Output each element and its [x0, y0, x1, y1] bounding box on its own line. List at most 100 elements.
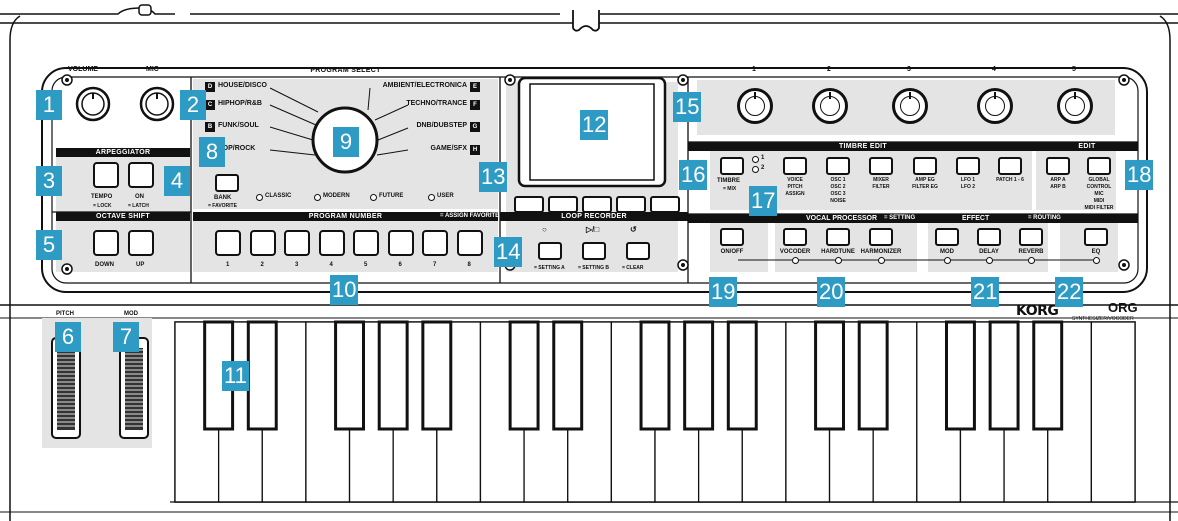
genre-tag-b: B: [205, 122, 215, 132]
callout-6: 6: [55, 322, 81, 352]
mod-wheel[interactable]: [119, 337, 149, 439]
hardtune-button[interactable]: [826, 228, 850, 246]
black-key[interactable]: [639, 320, 671, 431]
knob-number: 1: [752, 66, 756, 73]
mod-button[interactable]: [935, 228, 959, 246]
program-number-button[interactable]: [422, 230, 448, 256]
loop-button[interactable]: [626, 242, 650, 260]
octave-down-button[interactable]: [93, 230, 119, 256]
vocal-led: [792, 257, 799, 264]
black-key[interactable]: [334, 320, 366, 431]
program-number-button[interactable]: [387, 230, 414, 256]
screen-soft-key[interactable]: [514, 196, 544, 213]
mod-wheel-label: MOD: [124, 311, 138, 317]
program-number-label: 7: [433, 262, 437, 268]
timbre-edit-button[interactable]: [998, 157, 1022, 175]
volume-knob[interactable]: [75, 86, 111, 122]
knob-indicator: [1074, 92, 1076, 99]
parameter-knob[interactable]: [977, 88, 1013, 124]
black-key[interactable]: [246, 320, 278, 431]
octave-up-button[interactable]: [128, 230, 154, 256]
screen-soft-key[interactable]: [616, 196, 646, 213]
timbre-led-1: [752, 156, 759, 163]
on-off-button[interactable]: [720, 228, 744, 246]
edit-label: ARP B: [1050, 184, 1066, 190]
harmonizer-button[interactable]: [869, 228, 893, 246]
mic-knob[interactable]: [139, 86, 175, 122]
reverb-button[interactable]: [1019, 228, 1043, 246]
black-key[interactable]: [683, 320, 715, 431]
effect-led: [1028, 257, 1035, 264]
volume-label: VOLUME: [68, 66, 98, 73]
timbre-edit-label: LFO 2: [960, 184, 976, 190]
black-key[interactable]: [857, 320, 889, 431]
black-key[interactable]: [552, 320, 584, 431]
edit-button[interactable]: [1046, 157, 1070, 175]
knob-indicator: [909, 92, 911, 99]
on-sub-label: = LATCH: [128, 203, 149, 209]
timbre-edit-button[interactable]: [826, 157, 850, 175]
parameter-knob[interactable]: [892, 88, 928, 124]
callout-7: 7: [113, 322, 139, 352]
parameter-knob[interactable]: [737, 88, 773, 124]
black-key[interactable]: [508, 320, 540, 431]
timbre-edit-button[interactable]: [913, 157, 937, 175]
knob-number: 2: [827, 66, 831, 73]
timbre-mix-label: = MIX: [723, 186, 737, 192]
program-number-button[interactable]: [456, 230, 483, 256]
loop-button[interactable]: [538, 242, 562, 260]
on-button[interactable]: [128, 162, 154, 188]
edit-label: ARP A: [1050, 177, 1066, 183]
knob-indicator: [754, 92, 756, 99]
category-led: [314, 194, 321, 201]
black-key[interactable]: [814, 320, 846, 431]
black-key[interactable]: [726, 320, 758, 431]
octave-up-label: UP: [136, 262, 145, 268]
timbre-edit-label: NOISE: [830, 198, 846, 204]
timbre-button[interactable]: [720, 157, 744, 175]
loop-button[interactable]: [582, 242, 606, 260]
callout-18: 18: [1125, 160, 1154, 190]
knob-cap: [745, 96, 765, 116]
black-key[interactable]: [988, 320, 1020, 431]
parameter-knob[interactable]: [1057, 88, 1093, 124]
timbre-edit-button[interactable]: [869, 157, 893, 175]
harmonizer-label: HARMONIZER: [860, 249, 902, 255]
callout-8: 8: [199, 137, 225, 167]
pitch-wheel[interactable]: [51, 337, 81, 439]
white-key[interactable]: [1090, 321, 1136, 503]
effect-header: EFFECT: [962, 215, 990, 222]
timbre-edit-button[interactable]: [783, 157, 807, 175]
program-number-button[interactable]: [353, 230, 379, 256]
black-key[interactable]: [377, 320, 409, 431]
screen-soft-key[interactable]: [650, 196, 680, 213]
screen-soft-key[interactable]: [548, 196, 578, 213]
knob-cap: [820, 96, 840, 116]
knob-number: 4: [992, 66, 996, 73]
parameter-knob[interactable]: [812, 88, 848, 124]
eq-button[interactable]: [1084, 228, 1108, 246]
black-key[interactable]: [1032, 320, 1064, 431]
program-number-button[interactable]: [215, 230, 241, 256]
genre-label: TECHNO/TRANCE: [406, 100, 467, 107]
program-select-header: PROGRAM SELECT: [310, 67, 381, 74]
black-key[interactable]: [944, 320, 976, 431]
timbre-edit-label: PITCH: [787, 184, 803, 190]
loop-symbol: ▷/□: [586, 225, 600, 234]
genre-tag-g: G: [470, 122, 480, 132]
edit-button[interactable]: [1087, 157, 1111, 175]
black-key[interactable]: [421, 320, 453, 431]
timbre-edit-button[interactable]: [956, 157, 980, 175]
screen-soft-key[interactable]: [582, 196, 612, 213]
program-number-label: 4: [329, 262, 333, 268]
program-number-button[interactable]: [318, 230, 345, 256]
program-number-button[interactable]: [284, 230, 310, 256]
timbre-led-2-label: 2: [761, 165, 765, 171]
vocoder-button[interactable]: [783, 228, 807, 246]
delay-button[interactable]: [977, 228, 1001, 246]
bank-button[interactable]: [215, 174, 239, 192]
program-number-label: 6: [398, 262, 402, 268]
genre-tag-f: F: [470, 100, 480, 110]
tempo-button[interactable]: [93, 162, 119, 188]
program-number-button[interactable]: [249, 230, 276, 256]
